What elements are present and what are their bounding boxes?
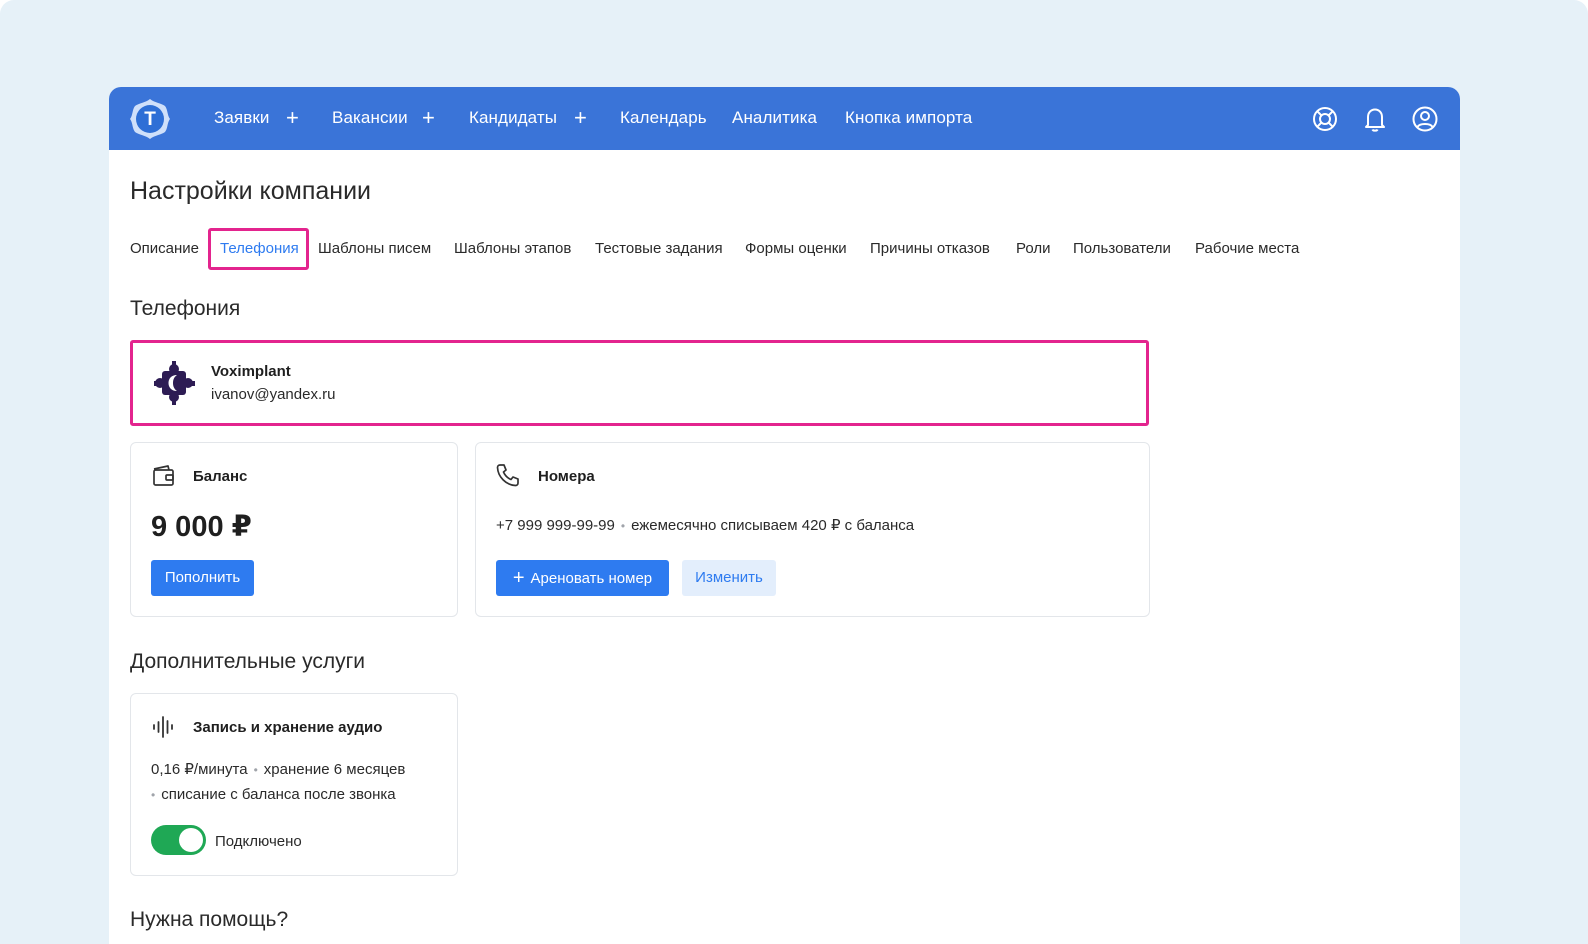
voximplant-logo-icon <box>154 361 196 405</box>
tab-telephony-highlight <box>208 228 309 270</box>
balance-title: Баланс <box>193 468 248 485</box>
provider-card[interactable]: Voximplant ivanov@yandex.ru <box>130 340 1149 426</box>
tab-users[interactable]: Пользователи <box>1073 240 1171 257</box>
phone-icon <box>495 462 521 488</box>
app-window: T Заявки + Вакансии + Кандидаты + Календ… <box>109 87 1460 944</box>
tab-workplaces[interactable]: Рабочие места <box>1195 240 1299 257</box>
provider-name: Voximplant <box>211 363 291 380</box>
top-navigation-bar: T Заявки + Вакансии + Кандидаты + Календ… <box>109 87 1460 150</box>
separator-dot: • <box>151 788 156 802</box>
page-title: Настройки компании <box>130 177 372 205</box>
audio-waveform-icon <box>151 714 177 740</box>
nav-item-analytics[interactable]: Аналитика <box>732 108 817 130</box>
rent-number-label: Ареновать номер <box>530 570 653 587</box>
tab-test-tasks[interactable]: Тестовые задания <box>595 240 723 257</box>
separator-dot: • <box>253 763 258 777</box>
balance-amount: 9 000 ₽ <box>151 511 252 543</box>
audio-terms-line-1: 0,16 ₽/минута • хранение 6 месяцев <box>151 760 405 778</box>
phone-number-line: +7 999 999-99-99 • ежемесячно списываем 42… <box>496 516 914 534</box>
top-up-button[interactable]: Пополнить <box>151 560 254 596</box>
numbers-card: Номера +7 999 999-99-99 • ежемесячно списы… <box>475 442 1150 617</box>
nav-add-vacancy-button[interactable]: + <box>422 107 440 130</box>
audio-terms-line-2: • списание с баланса после звонка <box>145 786 396 803</box>
nav-item-candidates[interactable]: Кандидаты <box>469 108 557 130</box>
tab-evaluation-forms[interactable]: Формы оценки <box>745 240 847 257</box>
separator-dot: • <box>620 519 626 533</box>
monthly-charge-note: ежемесячно списываем 420 ₽ с баланса <box>631 517 915 534</box>
tab-roles[interactable]: Роли <box>1016 240 1051 257</box>
extra-services-section-title: Дополнительные услуги <box>130 650 365 673</box>
nav-item-calendar[interactable]: Календарь <box>620 108 707 130</box>
nav-item-requests[interactable]: Заявки <box>214 108 270 130</box>
numbers-title: Номера <box>538 468 595 485</box>
tab-rejection-reasons[interactable]: Причины отказов <box>870 240 990 257</box>
audio-price: 0,16 ₽/минута <box>151 761 248 778</box>
audio-recording-toggle[interactable] <box>151 825 206 855</box>
user-icon[interactable] <box>1411 105 1439 133</box>
audio-billing: списание с баланса после звонка <box>161 786 396 803</box>
help-section-title: Нужна помощь? <box>130 908 289 931</box>
audio-recording-status: Подключено <box>215 833 302 850</box>
tab-stage-templates[interactable]: Шаблоны этапов <box>454 240 571 257</box>
bell-icon[interactable] <box>1361 105 1389 133</box>
tab-description[interactable]: Описание <box>130 240 199 257</box>
audio-recording-title: Запись и хранение аудио <box>193 719 383 736</box>
change-number-button[interactable]: Изменить <box>682 560 776 596</box>
wallet-icon <box>151 463 177 489</box>
balance-card: Баланс 9 000 ₽ Пополнить <box>130 442 458 617</box>
lifebuoy-icon[interactable] <box>1311 105 1339 133</box>
toggle-knob <box>179 828 203 852</box>
audio-storage: хранение 6 месяцев <box>263 761 406 778</box>
phone-number: +7 999 999-99-99 <box>496 517 615 534</box>
tab-email-templates[interactable]: Шаблоны писем <box>318 240 431 257</box>
app-logo[interactable]: T <box>127 97 173 141</box>
nav-add-request-button[interactable]: + <box>286 107 304 130</box>
plus-icon: + <box>512 567 525 589</box>
rent-number-button[interactable]: + Ареновать номер <box>496 560 669 596</box>
nav-item-import-button[interactable]: Кнопка импорта <box>845 108 972 130</box>
logo-letter: T <box>144 109 156 130</box>
nav-add-candidate-button[interactable]: + <box>574 107 592 130</box>
nav-item-vacancies[interactable]: Вакансии <box>332 108 408 130</box>
provider-email: ivanov@yandex.ru <box>211 386 336 403</box>
audio-recording-card: Запись и хранение аудио 0,16 ₽/минута • хр… <box>130 693 458 876</box>
telephony-section-title: Телефония <box>130 297 241 320</box>
